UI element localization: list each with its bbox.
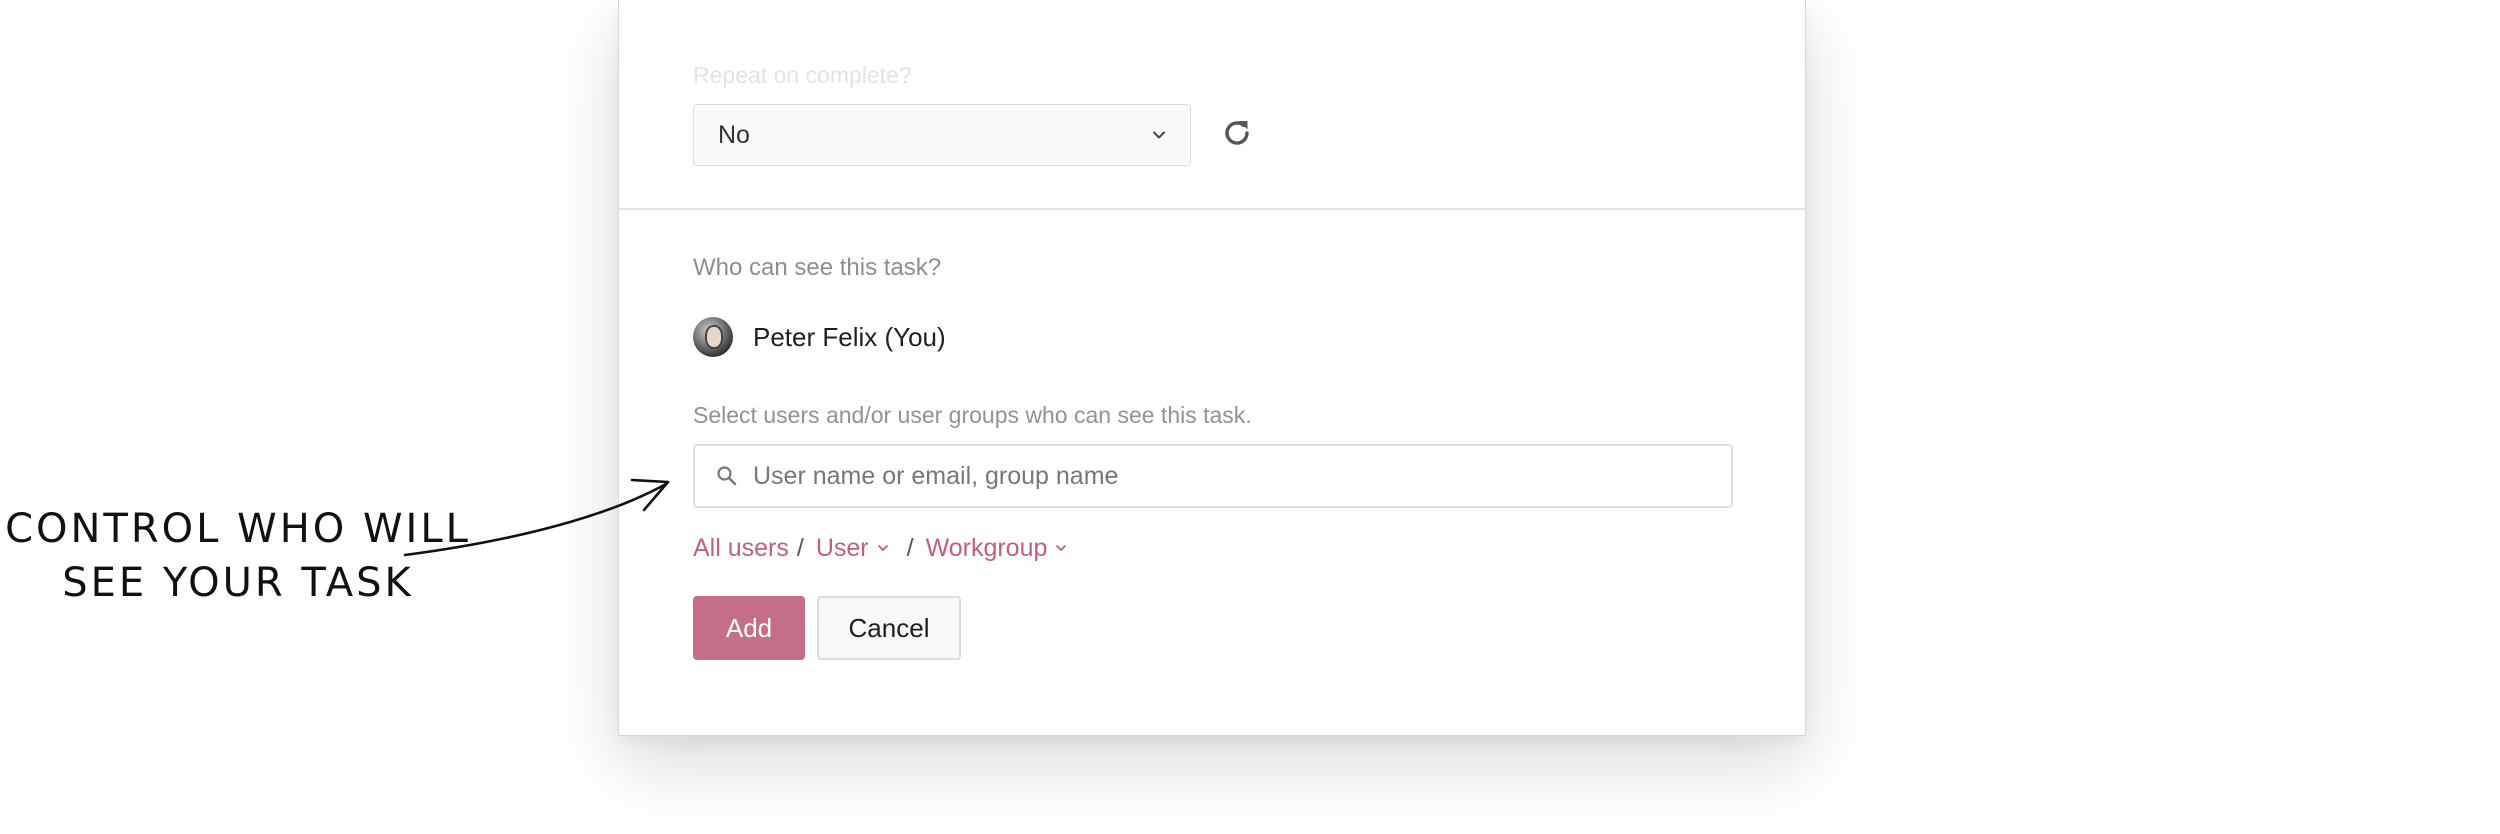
cancel-button[interactable]: Cancel <box>817 596 961 660</box>
repeat-label: Repeat on complete? <box>693 62 912 88</box>
filter-separator: / <box>906 533 914 562</box>
filter-workgroup-label: Workgroup <box>925 533 1048 562</box>
section-divider <box>619 208 1805 210</box>
chevron-down-icon <box>1056 545 1067 551</box>
owner-row: Peter Felix (You) <box>693 316 946 358</box>
filter-user-label: User <box>815 533 869 562</box>
chevron-down-icon <box>1153 131 1165 139</box>
add-button[interactable]: Add <box>693 596 805 660</box>
owner-name: Peter Felix (You) <box>753 321 946 352</box>
filter-separator: / <box>796 533 804 562</box>
user-search-field[interactable] <box>693 444 1733 508</box>
filter-workgroup-dropdown[interactable]: Workgroup <box>926 534 1068 563</box>
filter-all-users[interactable]: All users <box>693 534 789 563</box>
task-settings-panel: Repeat on complete? No Who can see this … <box>618 0 1806 736</box>
refresh-icon[interactable] <box>1217 113 1257 153</box>
visibility-hint: Select users and/or user groups who can … <box>693 402 1252 428</box>
repeat-select[interactable]: No <box>693 104 1191 166</box>
chevron-down-icon <box>877 545 888 551</box>
user-filters: All users / User / Workgroup <box>693 530 1067 566</box>
top-fade <box>619 0 1805 70</box>
search-icon <box>717 466 737 486</box>
annotation-line-2: SEE YOUR TASK <box>62 560 413 606</box>
filter-user-dropdown[interactable]: User <box>816 534 889 563</box>
avatar <box>693 317 733 357</box>
repeat-select-value: No <box>718 120 750 149</box>
stage: Repeat on complete? No Who can see this … <box>0 0 2500 834</box>
visibility-question: Who can see this task? <box>693 254 942 281</box>
user-search-input[interactable] <box>751 460 1711 492</box>
annotation-line-1: CONTROL WHO WILL <box>5 506 471 552</box>
